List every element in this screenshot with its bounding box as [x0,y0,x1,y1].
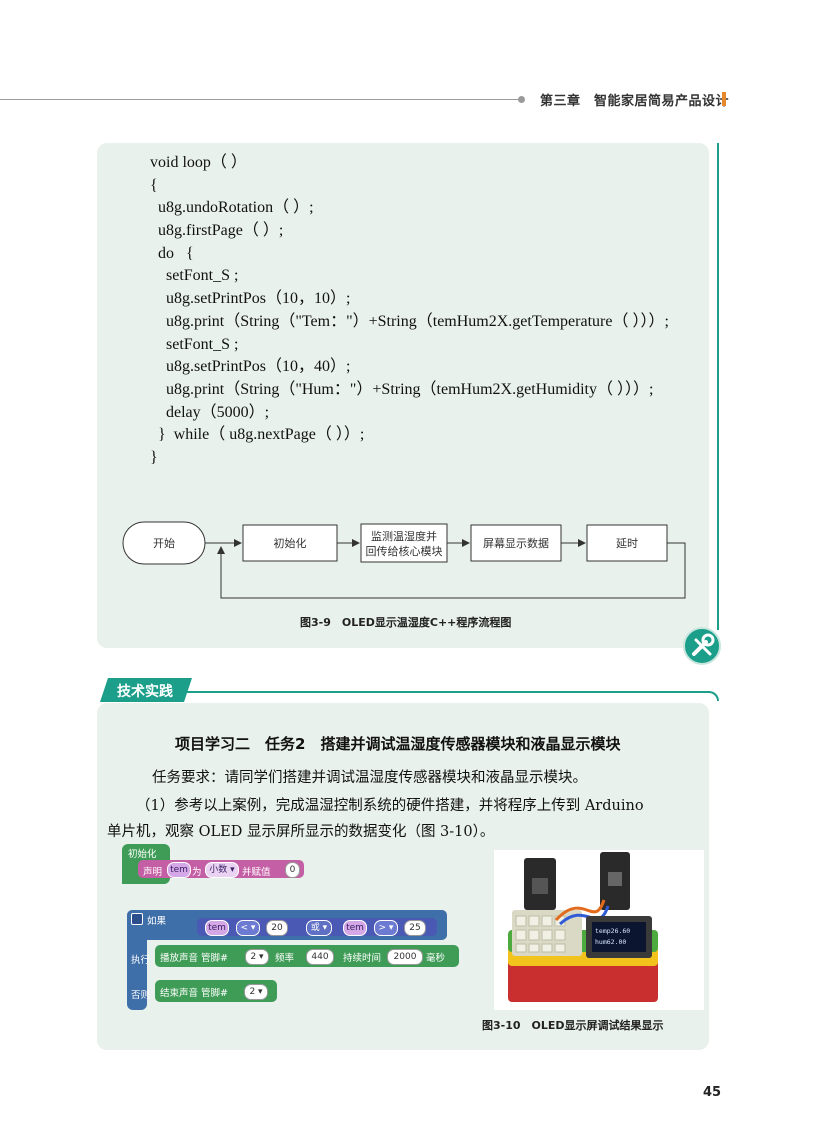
flow-start-label: 开始 [153,536,175,550]
value-2000: 2000 [387,949,423,965]
chapter-title: 第三章 智能家居简易产品设计 [540,94,730,109]
code-block: void loop（ ） { u8g.undoRotation（ ）; u8g.… [150,152,669,470]
flow-display-label: 屏幕显示数据 [483,536,549,550]
type-dropdown: 小数 ▾ [205,862,239,878]
tools-icon [683,627,721,665]
value-20: 20 [266,920,288,936]
hardware-photo: temp26.60 hum62.00 [494,850,704,1010]
page-number: 45 [703,1085,722,1100]
chapter-marker [722,92,726,106]
code-line: u8g.print（String（"Tem："）+String（temHum2X… [150,312,669,330]
screen-line-1: temp26.60 [595,927,630,935]
screen-line-2: hum62.00 [595,938,626,946]
code-line: } while（ u8g.nextPage（ ））; [150,426,365,444]
condition-var-1: tem [205,920,229,936]
side-rule [717,143,719,630]
code-line: u8g.firstPage（ ）; [150,222,284,240]
ms-label: 毫秒 [426,953,446,964]
task-step-1-line-1: （1）参考以上案例，完成温湿控制系统的硬件搭建，并将程序上传到 Arduino [136,798,644,814]
pin-dropdown: 2 ▾ [245,949,269,965]
code-line: setFont_S ; [150,335,239,353]
code-line: } [150,448,158,466]
stop-tone-label: 结束声音 管脚# [160,988,228,999]
flow-init-label: 初始化 [274,536,307,550]
figure-caption-3-9: 图3-9 OLED显示温湿度C++程序流程图 [300,616,512,629]
task-title: 项目学习二 任务2 搭建并调试温湿度传感器模块和液晶显示模块 [175,735,621,753]
else-label: 否则 [131,990,151,1001]
code-line: delay（5000）; [150,403,270,421]
value-zero: 0 [285,862,300,878]
as-label: 为 [192,867,202,878]
code-line: do { [150,244,194,262]
pin-dropdown: 2 ▾ [244,984,268,1000]
header-dot [518,96,525,103]
or-operator: 或 ▾ [306,920,332,936]
duration-label: 持续时间 [343,953,382,964]
code-line: { [150,176,158,194]
then-label: 执行 [131,955,151,966]
code-line: u8g.setPrintPos（10，10）; [150,290,351,308]
value-440: 440 [306,949,334,965]
flowchart: 开始 初始化 监测温湿度并 回传给核心模块 屏幕显示数据 延时 [122,521,686,599]
flow-delay-label: 延时 [616,537,638,550]
condition-var-2: tem [343,920,367,936]
gt-operator: > ▾ [374,920,398,936]
flow-monitor-label-2: 回传给核心模块 [366,544,443,558]
if-label: 如果 [147,916,167,927]
freq-label: 频率 [275,953,295,964]
declare-label: 声明 [143,867,163,878]
task-step-1-line-2: 单片机，观察 OLED 显示屏所显示的数据变化（图 3-10）。 [107,824,495,840]
code-line: setFont_S ; [150,267,239,285]
task-requirement: 任务要求：请同学们搭建并调试温湿度传感器模块和液晶显示模块。 [152,770,587,786]
code-line: u8g.undoRotation（ ）; [150,199,314,217]
code-line: u8g.setPrintPos（10，40）; [150,358,351,376]
assign-label: 并赋值 [242,867,271,878]
header-rule [0,99,520,100]
code-line: void loop（ ） [150,154,247,171]
var-tem: tem [167,862,191,878]
section-tag-label: 技术实践 [117,684,173,700]
play-tone-label: 播放声音 管脚# [160,953,228,964]
gear-icon [131,913,143,925]
section-rule [180,691,710,693]
code-line: u8g.print（String（"Hum："）+String（temHum2X… [150,380,654,398]
flow-monitor-label-1: 监测温湿度并 [371,529,437,543]
init-label: 初始化 [128,849,157,860]
value-25: 25 [404,920,426,936]
section-rule-corner [709,691,719,701]
lt-operator: < ▾ [236,920,260,936]
figure-caption-3-10: 图3-10 OLED显示屏调试结果显示 [482,1019,664,1032]
